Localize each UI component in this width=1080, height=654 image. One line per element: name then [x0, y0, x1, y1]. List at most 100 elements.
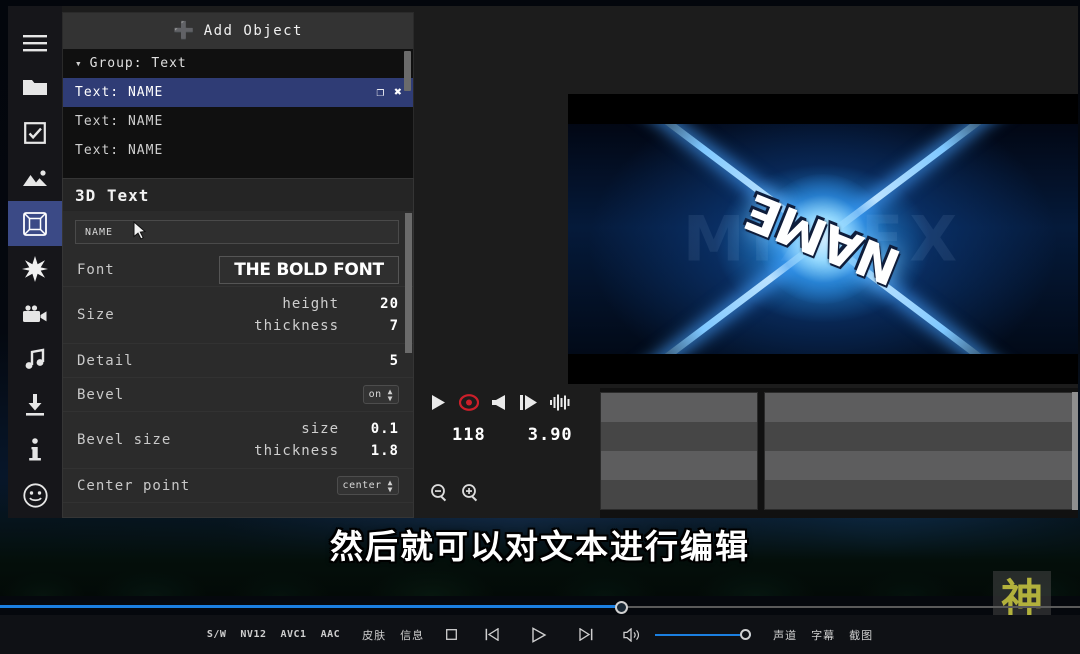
chevron-down-icon[interactable]: ▾ — [75, 57, 83, 70]
subtitle-button[interactable]: 字幕 — [811, 627, 835, 643]
seek-progress — [0, 605, 622, 608]
duplicate-icon[interactable]: ❐ — [376, 86, 385, 99]
skin-button[interactable]: 皮肤 — [362, 627, 386, 643]
frame-value: 118 — [452, 425, 486, 445]
bevel-dropdown[interactable]: on ▲ ▼ — [362, 385, 399, 404]
text-value-input[interactable]: NAME — [75, 220, 399, 244]
waveform-icon[interactable] — [550, 394, 572, 411]
properties-scrollbar[interactable] — [405, 213, 412, 353]
info-button[interactable]: 信息 — [400, 627, 424, 643]
sidebar-item-export[interactable] — [8, 382, 62, 427]
timeline-column-left[interactable] — [600, 392, 758, 510]
timeline-track[interactable] — [765, 480, 1073, 509]
plus-icon: ➕ — [173, 20, 196, 41]
bevel-size-value[interactable]: 0.1 — [365, 421, 399, 437]
property-row-bevel: Bevel on ▲ ▼ — [63, 378, 413, 412]
list-item[interactable]: Text: NAME — [63, 136, 413, 165]
timeline-track[interactable] — [601, 451, 757, 480]
list-item-label: Group: Text — [89, 56, 187, 71]
next-icon[interactable] — [579, 628, 593, 641]
bevel-label: Bevel — [77, 386, 125, 403]
properties-panel: 3D Text NAME Font THE BOLD FONT Size hei… — [62, 178, 414, 518]
sidebar-item-video[interactable] — [8, 292, 62, 337]
height-value[interactable]: 20 — [365, 296, 399, 312]
sidebar-item-menu[interactable] — [8, 20, 62, 65]
checkbox-icon — [24, 122, 46, 145]
font-select[interactable]: THE BOLD FONT — [219, 255, 399, 284]
property-row-size: Size height 20 thickness 7 — [63, 287, 413, 344]
object-list-scrollbar[interactable] — [404, 51, 411, 91]
sidebar-item-emoji[interactable] — [8, 473, 62, 518]
list-item-label: Text: NAME — [75, 143, 164, 158]
record-icon[interactable] — [459, 394, 479, 411]
object-list-panel: ➕ Add Object ▾ Group: Text Text: NAME ❐ … — [62, 12, 414, 184]
preview-stage: MIX FX NAME — [568, 124, 1078, 354]
sidebar-item-images[interactable] — [8, 156, 62, 201]
add-object-label: Add Object — [203, 23, 303, 39]
close-icon[interactable]: ✖ — [394, 86, 403, 99]
timeline-track[interactable] — [765, 393, 1073, 422]
download-icon — [23, 393, 47, 417]
image-icon — [22, 169, 48, 187]
audio-channel-button[interactable]: 声道 — [773, 627, 797, 643]
zoom-in-icon[interactable] — [461, 483, 480, 502]
bevel-thickness-label: thickness — [254, 443, 339, 459]
seek-bar[interactable] — [0, 601, 1080, 615]
sidebar-item-tasks[interactable] — [8, 111, 62, 156]
properties-title: 3D Text — [63, 179, 413, 211]
volume-track — [655, 633, 752, 636]
music-note-icon — [23, 347, 47, 371]
seek-handle[interactable] — [615, 601, 628, 614]
play-icon[interactable] — [531, 626, 547, 643]
codec-badge-aac: AAC — [320, 629, 341, 640]
timeline-column-right[interactable] — [764, 392, 1074, 510]
list-item-label: Text: NAME — [75, 114, 164, 129]
timeline-zoom-controls — [422, 445, 600, 502]
mouse-cursor — [133, 220, 147, 245]
bevel-thickness-value[interactable]: 1.8 — [365, 443, 399, 459]
property-row-bevel-size: Bevel size size 0.1 thickness 1.8 — [63, 412, 413, 469]
screenshot-button[interactable]: 截图 — [849, 627, 873, 643]
codec-badge-sw: S/W — [206, 629, 227, 640]
add-object-button[interactable]: ➕ Add Object — [63, 13, 413, 49]
list-item-selected[interactable]: Text: NAME ❐ ✖ — [63, 78, 413, 107]
previous-icon[interactable] — [485, 628, 499, 641]
sidebar-item-audio[interactable] — [8, 337, 62, 382]
sidebar-item-effects[interactable] — [8, 246, 62, 291]
timeline-scrollbar[interactable] — [1072, 392, 1078, 510]
thickness-value[interactable]: 7 — [365, 318, 399, 334]
player-control-bar: S/W NV12 AVC1 AAC 皮肤 信息 声道 字幕 截图 — [0, 615, 1080, 654]
list-item-label: Text: NAME — [75, 85, 164, 100]
chevron-updown-icon: ▲ ▼ — [387, 477, 393, 494]
timeline-track[interactable] — [601, 393, 757, 422]
row-actions: ❐ ✖ — [376, 78, 403, 107]
property-row-font: Font THE BOLD FONT — [63, 253, 413, 287]
screen-recorded-application: ➕ Add Object ▾ Group: Text Text: NAME ❐ … — [8, 6, 1078, 518]
transport-controls: 118 3.90 — [422, 388, 600, 518]
letterbox-bottom — [568, 354, 1078, 384]
play-icon[interactable] — [430, 394, 447, 411]
list-item-group[interactable]: ▾ Group: Text — [63, 49, 413, 78]
volume-slider[interactable] — [655, 628, 752, 641]
volume-handle[interactable] — [740, 628, 752, 640]
preview-monitor[interactable]: MIX FX NAME — [568, 94, 1078, 384]
video-camera-icon — [22, 304, 48, 324]
timeline-track[interactable] — [601, 422, 757, 451]
stop-icon[interactable] — [446, 629, 458, 640]
timeline-tracks[interactable] — [600, 388, 1078, 518]
bevel-size-sub-label: size — [301, 421, 339, 437]
volume-icon[interactable] — [623, 627, 641, 642]
sidebar-item-projects[interactable] — [8, 65, 62, 110]
sidebar-item-info[interactable] — [8, 427, 62, 472]
detail-value[interactable]: 5 — [365, 353, 399, 369]
speaker-icon[interactable] — [491, 394, 507, 411]
timeline-track[interactable] — [765, 451, 1073, 480]
sidebar-item-3d-objects[interactable] — [8, 201, 62, 247]
timeline-track[interactable] — [765, 422, 1073, 451]
center-point-dropdown[interactable]: center ▲ ▼ — [336, 476, 399, 495]
zoom-out-icon[interactable] — [430, 483, 449, 502]
info-icon — [28, 438, 42, 462]
frame-advance-icon[interactable] — [519, 394, 538, 411]
timeline-track[interactable] — [601, 480, 757, 509]
list-item[interactable]: Text: NAME — [63, 107, 413, 136]
